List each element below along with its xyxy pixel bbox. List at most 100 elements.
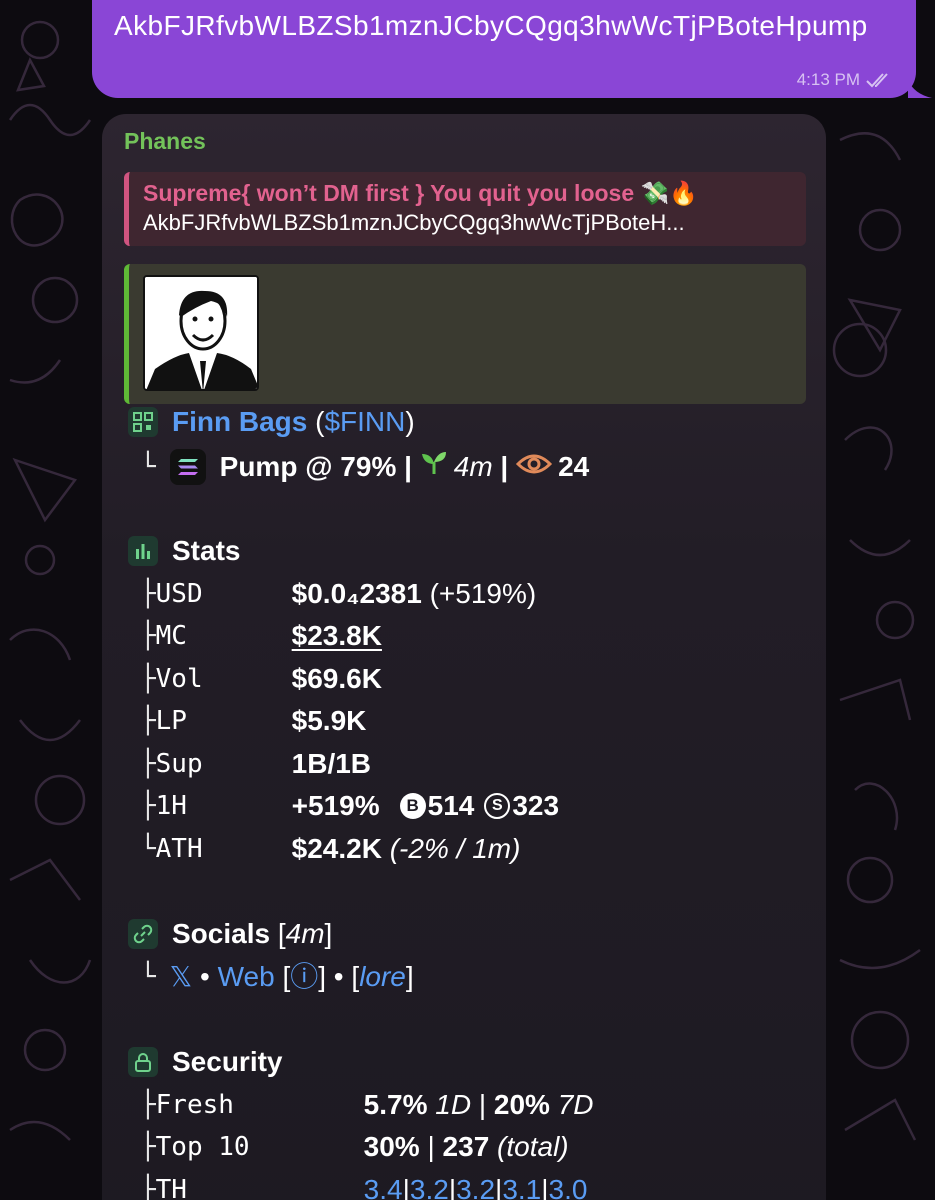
- separator: |: [471, 1089, 494, 1120]
- x-link[interactable]: 𝕏: [170, 959, 193, 995]
- avatar-portrait-icon: [145, 277, 257, 389]
- token-header: Finn Bags ( $FINN ): [128, 404, 415, 440]
- stat-label: MC: [155, 621, 187, 651]
- outgoing-message-meta: 4:13 PM: [797, 70, 892, 90]
- security-row-top10: ├ Top 10 30% | 237 (total): [140, 1129, 569, 1165]
- fresh-1d-value: 5.7%: [363, 1089, 428, 1120]
- stat-label: ATH: [155, 834, 203, 864]
- link-preview[interactable]: [124, 264, 806, 404]
- tree-branch: ├: [140, 664, 156, 694]
- security-row-fresh: ├ Fresh 5.7% 1D | 20% 7D: [140, 1087, 594, 1123]
- bracket: ]: [318, 961, 327, 992]
- market-cap-link[interactable]: $23.8K: [292, 618, 382, 654]
- bracket: [: [274, 961, 291, 992]
- separator: |: [495, 1174, 503, 1200]
- view-count: 24: [558, 450, 590, 482]
- stat-value: $0.0₄2381: [291, 578, 422, 609]
- bar-chart-icon: [128, 536, 158, 566]
- sender-name[interactable]: Phanes: [124, 128, 806, 158]
- tree-branch: ├: [140, 579, 156, 609]
- token-name-link[interactable]: Finn Bags: [172, 404, 307, 440]
- stat-extra: (-2% / 1m): [381, 833, 521, 864]
- buys-count: 514: [427, 790, 475, 821]
- stat-label: Sup: [155, 749, 203, 779]
- reply-quote[interactable]: Supreme{ won’t DM first } You quit you l…: [124, 172, 806, 246]
- stat-label: USD: [155, 579, 203, 609]
- token-platform-line: └ Pump @ 79% | 4m | 24: [140, 448, 589, 485]
- bubble-tail: [908, 80, 932, 98]
- bracket: [: [351, 961, 360, 992]
- stats-header: Stats: [128, 533, 240, 569]
- stat-label: 1H: [155, 791, 187, 821]
- tree-branch: ├: [140, 1175, 156, 1200]
- security-title: Security: [172, 1046, 283, 1077]
- tree-branch: ├: [140, 706, 156, 736]
- eye-icon: [515, 449, 553, 485]
- holder-link[interactable]: 3.1: [502, 1172, 541, 1200]
- fresh-1d-unit: 1D: [427, 1089, 472, 1120]
- separator: |: [402, 1174, 410, 1200]
- lock-icon: [128, 1047, 158, 1077]
- fresh-7d-value: 20%: [493, 1089, 550, 1120]
- link-icon: [128, 919, 158, 949]
- separator: |: [396, 450, 420, 482]
- ticker-close: ): [405, 406, 415, 437]
- stats-row-vol: ├ Vol $69.6K: [140, 661, 382, 697]
- holder-link[interactable]: 3.4: [364, 1172, 403, 1200]
- security-label: TH: [155, 1175, 187, 1200]
- tree-branch: └: [140, 834, 156, 864]
- stats-row-sup: ├ Sup 1B/1B: [140, 746, 371, 782]
- socials-links: └ 𝕏 • Web [ ⓘ ] • [ lore ]: [140, 959, 414, 995]
- stats-row-usd: ├ USD $0.0₄2381 (+519%): [140, 576, 536, 612]
- security-row-th: ├ TH 3.4 | 3.2 | 3.2 | 3.1 | 3.0: [140, 1172, 587, 1200]
- socials-header: Socials [ 4m ]: [128, 916, 332, 952]
- info-link[interactable]: ⓘ: [290, 959, 318, 995]
- seedling-icon: [420, 448, 448, 485]
- separator-dot: •: [326, 961, 352, 992]
- socials-age: 4m: [285, 918, 325, 949]
- lore-link[interactable]: lore: [359, 959, 406, 995]
- double-check-icon: [866, 73, 888, 88]
- bracket: ]: [324, 918, 333, 949]
- stats-row-mc: ├ MC $23.8K: [140, 618, 382, 654]
- stat-value: 1B/1B: [291, 748, 372, 779]
- stats-row-1h: ├ 1H +519% B 514 S 323: [140, 788, 559, 824]
- separator: |: [419, 1131, 443, 1162]
- stat-value: +519%: [291, 790, 380, 821]
- platform-status: Pump @ 79%: [219, 450, 397, 482]
- socials-title: Socials: [172, 918, 271, 949]
- message-time: 4:13 PM: [796, 70, 860, 89]
- token-age: 4m: [453, 450, 493, 482]
- top10-total: 237: [442, 1131, 490, 1162]
- buys-icon: B: [399, 793, 426, 819]
- stats-title: Stats: [172, 535, 241, 566]
- separator: |: [448, 1174, 457, 1200]
- fresh-7d-unit: 7D: [549, 1089, 594, 1120]
- holder-link[interactable]: 3.2: [410, 1172, 449, 1200]
- top10-pct: 30%: [363, 1131, 420, 1162]
- outgoing-message-bubble[interactable]: AkbFJRfvbWLBZSb1mznJCbyCQgq3hwWcTjPBoteH…: [92, 0, 916, 98]
- ticker-open: (: [307, 406, 325, 437]
- stat-value: $5.9K: [291, 705, 367, 736]
- web-link[interactable]: Web: [218, 959, 275, 995]
- stats-row-ath: └ ATH $24.2K (-2% / 1m): [140, 831, 520, 867]
- ticker-link[interactable]: $FINN: [324, 404, 405, 440]
- holder-link[interactable]: 3.2: [456, 1172, 495, 1200]
- stat-label: Vol: [155, 664, 203, 694]
- stat-value: $69.6K: [291, 663, 382, 694]
- reply-title: Supreme{ won’t DM first } You quit you l…: [143, 180, 698, 206]
- tree-branch: ├: [140, 1132, 156, 1162]
- separator: |: [541, 1174, 549, 1200]
- holder-link[interactable]: 3.0: [549, 1172, 588, 1200]
- stat-label: LP: [155, 706, 187, 736]
- solana-icon: [169, 448, 206, 485]
- sells-count: 323: [512, 790, 560, 821]
- outgoing-message-text: AkbFJRfvbWLBZSb1mznJCbyCQgq3hwWcTjPBoteH…: [114, 10, 868, 41]
- tree-branch: ├: [140, 749, 156, 779]
- tree-branch: ├: [140, 791, 156, 821]
- tree-branch: ├: [140, 621, 156, 651]
- reply-text: AkbFJRfvbWLBZSb1mznJCbyCQgq3hwWcTjPBoteH…: [143, 210, 685, 235]
- stat-value: $24.2K: [291, 833, 382, 864]
- separator-dot: •: [192, 961, 218, 992]
- incoming-message-bubble[interactable]: Phanes Supreme{ won’t DM first } You qui…: [102, 114, 826, 1200]
